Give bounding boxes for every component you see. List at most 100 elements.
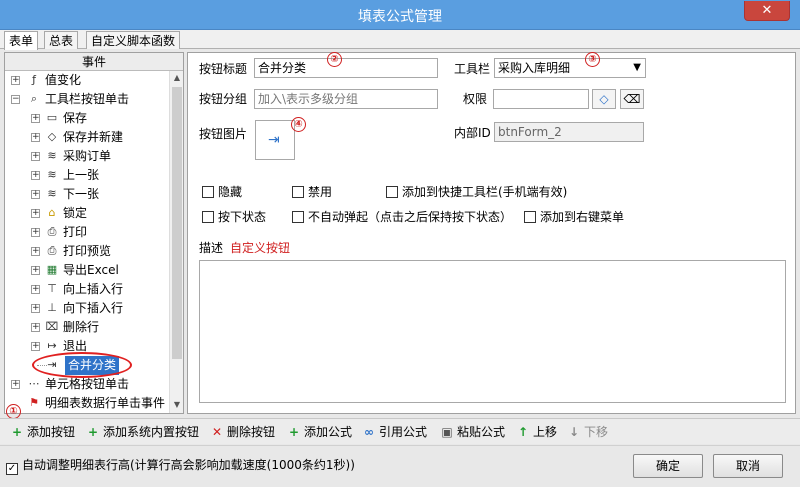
expand-icon[interactable]: + (11, 380, 20, 389)
move-up-button[interactable]: ↑ 上移 (516, 423, 557, 441)
annotation-badge-1: ① (6, 404, 21, 419)
ok-button[interactable]: 确定 (633, 454, 703, 478)
tree-item-insert-up[interactable]: + ⊤ 向上插入行 (5, 280, 169, 299)
eraser-icon[interactable]: ⌫ (620, 89, 644, 109)
tree-item-label: 工具栏按钮单击 (45, 92, 130, 106)
expand-icon[interactable]: + (31, 304, 40, 313)
hidden-checkbox[interactable]: 隐藏 (202, 185, 242, 201)
checkbox-box[interactable] (202, 211, 214, 223)
add-button-button[interactable]: + 添加按钮 (10, 423, 75, 441)
toolbar-select-value: 采购入库明细 (498, 61, 571, 75)
expand-icon[interactable]: + (31, 209, 40, 218)
tree-item-detail-row-click[interactable]: ⚑ 明细表数据行单击事件 (5, 394, 169, 413)
annotation-badge-4: ④ (291, 117, 306, 132)
shield-icon: ◇ (47, 130, 57, 143)
checkbox-box[interactable]: ✓ (6, 463, 18, 475)
expand-icon[interactable]: + (31, 152, 40, 161)
scroll-down-icon[interactable]: ▼ (170, 398, 184, 412)
scroll-up-icon[interactable]: ▲ (170, 71, 184, 85)
checkbox-box[interactable] (292, 211, 304, 223)
tree-item-print-preview[interactable]: + ⎙ 打印预览 (5, 242, 169, 261)
expand-icon[interactable]: + (31, 342, 40, 351)
scroll-thumb[interactable] (172, 87, 182, 359)
description-textarea[interactable] (199, 260, 786, 403)
permission-label: 权限 (463, 92, 488, 106)
reference-formula-button[interactable]: ∞ 引用公式 (362, 423, 427, 441)
tree-item-delete-row[interactable]: + ⌧ 删除行 (5, 318, 169, 337)
tree-item-previous[interactable]: + ≋ 上一张 (5, 166, 169, 185)
insert-row-up-icon: ⊤ (47, 282, 57, 295)
tab-custom-script[interactable]: 自定义脚本函数 (86, 31, 181, 49)
expand-icon[interactable]: + (11, 76, 20, 85)
merge-icon: ⇥ (268, 132, 280, 148)
checkbox-box[interactable] (202, 186, 214, 198)
paste-icon: ▣ (441, 425, 453, 439)
tree-item-insert-down[interactable]: + ⊥ 向下插入行 (5, 299, 169, 318)
tree-item-save[interactable]: + ▭ 保存 (5, 109, 169, 128)
tree-item-lock[interactable]: + ⌂ 锁定 (5, 204, 169, 223)
save-icon: ▭ (46, 111, 58, 124)
checkbox-box[interactable] (386, 186, 398, 198)
tree-item-save-new[interactable]: + ◇ 保存并新建 (5, 128, 169, 147)
permission-input[interactable] (493, 89, 589, 109)
tree-item-export-excel[interactable]: + ▦ 导出Excel (5, 261, 169, 280)
expand-icon[interactable]: + (31, 266, 40, 275)
button-group-input[interactable]: 加入\表示多级分组 (254, 89, 438, 109)
delete-icon: ✕ (211, 425, 223, 439)
tab-summary[interactable]: 总表 (44, 31, 79, 49)
no-auto-release-checkbox[interactable]: 不自动弹起（点击之后保持按下状态） (292, 210, 512, 226)
tree-item-label: 打印 (63, 225, 88, 239)
tree-item-toolbar-click[interactable]: − ⌕ 工具栏按钮单击 (5, 90, 169, 109)
tree-item-print[interactable]: + ⎙ 打印 (5, 223, 169, 242)
expand-icon[interactable]: + (31, 247, 40, 256)
move-down-button[interactable]: ↓ 下移 (567, 423, 608, 441)
pressed-state-checkbox[interactable]: 按下状态 (202, 210, 266, 226)
description-label: 描述 (199, 241, 224, 255)
tree-scrollbar[interactable]: ▲ ▼ (169, 71, 183, 413)
paste-formula-button[interactable]: ▣ 粘贴公式 (440, 423, 505, 441)
description-value: 自定义按钮 (230, 241, 291, 255)
expand-icon[interactable]: + (31, 228, 40, 237)
auto-adjust-row-height-checkbox[interactable]: ✓ 自动调整明细表行高(计算行高会影响加载速度(1000条约1秒)) (6, 458, 355, 475)
checkbox-box[interactable] (524, 211, 536, 223)
close-button[interactable]: ✕ (744, 1, 790, 21)
expand-icon[interactable]: + (31, 114, 40, 123)
plus-icon: + (87, 425, 99, 439)
expand-icon[interactable]: + (31, 171, 40, 180)
cancel-button[interactable]: 取消 (713, 454, 783, 478)
tree-item-purchase-order[interactable]: + ≋ 采购订单 (5, 147, 169, 166)
chevron-down-icon[interactable]: ▼ (633, 59, 641, 77)
button-label: 删除按钮 (227, 425, 276, 439)
dialog-footer: ✓ 自动调整明细表行高(计算行高会影响加载速度(1000条约1秒)) 确定 取消 (0, 445, 800, 487)
insert-row-down-icon: ⊥ (47, 301, 57, 314)
tree-item-next[interactable]: + ≋ 下一张 (5, 185, 169, 204)
checkbox-box[interactable] (292, 186, 304, 198)
expand-icon[interactable]: + (31, 323, 40, 332)
disabled-checkbox[interactable]: 禁用 (292, 185, 332, 201)
plus-icon: + (288, 425, 300, 439)
delete-row-icon: ⌧ (45, 320, 59, 333)
tree-item-label: 采购订单 (63, 149, 112, 163)
delete-button-button[interactable]: ✕ 删除按钮 (210, 423, 275, 441)
tree-item-value-change[interactable]: + ƒ 值变化 (5, 71, 169, 90)
quick-toolbar-checkbox[interactable]: 添加到快捷工具栏(手机端有效) (386, 185, 567, 201)
toolbar-select[interactable]: 采购入库明细 ▼ (494, 58, 646, 78)
formula-icon: ƒ (32, 73, 36, 86)
annotation-badge-3: ③ (585, 52, 600, 67)
checkbox-label: 禁用 (308, 185, 333, 199)
shield-icon[interactable]: ◇ (592, 89, 616, 109)
tree-item-label: 上一张 (63, 168, 100, 182)
collapse-icon[interactable]: − (11, 95, 20, 104)
tab-form[interactable]: 表单 (4, 31, 39, 50)
expand-icon[interactable]: + (31, 190, 40, 199)
button-label: 下移 (584, 425, 609, 439)
excel-icon: ▦ (46, 263, 58, 276)
button-image-picker[interactable]: ⇥ (255, 120, 295, 160)
exit-icon: ↦ (47, 339, 57, 352)
expand-icon[interactable]: + (31, 285, 40, 294)
button-title-input[interactable]: 合并分类 (254, 58, 438, 78)
add-formula-button[interactable]: + 添加公式 (287, 423, 352, 441)
expand-icon[interactable]: + (31, 133, 40, 142)
context-menu-checkbox[interactable]: 添加到右键菜单 (524, 210, 624, 226)
add-system-button-button[interactable]: + 添加系统内置按钮 (86, 423, 199, 441)
